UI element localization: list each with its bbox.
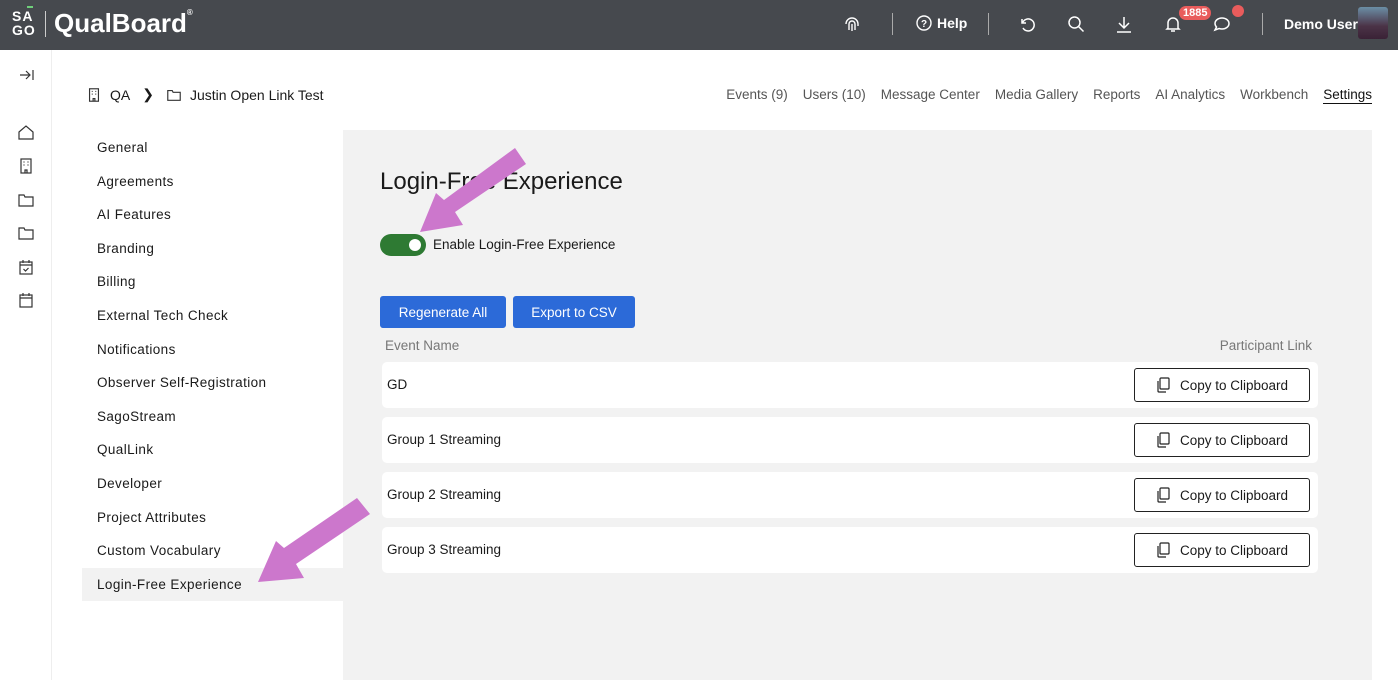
settings-nav-item[interactable]: QualLink (82, 433, 343, 467)
app-name[interactable]: QualBoard® (54, 8, 193, 39)
copy-to-clipboard-button[interactable]: Copy to Clipboard (1134, 368, 1310, 402)
logo-divider (45, 11, 46, 37)
copy-to-clipboard-button[interactable]: Copy to Clipboard (1134, 478, 1310, 512)
building-icon[interactable] (17, 157, 35, 175)
help-label: Help (937, 15, 968, 31)
table-row: Group 1 Streaming Copy to Clipboard (382, 417, 1318, 463)
settings-nav-item-active[interactable]: Login-Free Experience (82, 567, 343, 602)
divider (1262, 13, 1263, 35)
search-icon[interactable] (1066, 14, 1086, 34)
copy-icon (1157, 377, 1170, 393)
table-row: Group 3 Streaming Copy to Clipboard (382, 527, 1318, 573)
copy-icon (1157, 487, 1170, 503)
tab-workbench[interactable]: Workbench (1240, 87, 1308, 104)
breadcrumb: QA ❯ Justin Open Link Test (86, 86, 324, 103)
divider (988, 13, 989, 35)
tab-message-center[interactable]: Message Center (881, 87, 980, 104)
home-icon[interactable] (17, 123, 35, 141)
copy-label: Copy to Clipboard (1179, 377, 1289, 393)
copy-label: Copy to Clipboard (1179, 432, 1289, 448)
column-header-event-name: Event Name (385, 338, 460, 353)
settings-nav-item[interactable]: Branding (82, 232, 343, 266)
user-name[interactable]: Demo User (1284, 16, 1358, 32)
tab-settings[interactable]: Settings (1323, 87, 1372, 104)
download-icon[interactable] (1114, 14, 1134, 34)
settings-nav: General Agreements AI Features Branding … (82, 131, 343, 602)
chevron-right-icon: ❯ (142, 86, 154, 102)
tab-media-gallery[interactable]: Media Gallery (995, 87, 1078, 104)
regenerate-all-button[interactable]: Regenerate All (380, 296, 506, 328)
top-bar: SA GO QualBoard® ? Help 1885 Demo User (0, 0, 1398, 50)
undo-icon[interactable] (1017, 14, 1037, 34)
copy-label: Copy to Clipboard (1179, 542, 1289, 558)
settings-nav-item[interactable]: External Tech Check (82, 299, 343, 333)
event-name: Group 2 Streaming (387, 487, 502, 502)
copy-to-clipboard-button[interactable]: Copy to Clipboard (1134, 423, 1310, 457)
event-name: Group 3 Streaming (387, 542, 502, 557)
tab-events[interactable]: Events (9) (726, 87, 788, 104)
settings-nav-item[interactable]: General (82, 131, 343, 165)
column-header-participant-link: Participant Link (1219, 338, 1312, 353)
expand-sidebar-icon[interactable] (17, 66, 35, 84)
settings-nav-item[interactable]: Developer (82, 467, 343, 501)
calendar-check-icon[interactable] (17, 258, 35, 276)
copy-icon (1157, 432, 1170, 448)
event-name: Group 1 Streaming (387, 432, 502, 447)
page-title: Login-Free Experience (380, 168, 623, 195)
toggle-label: Enable Login-Free Experience (433, 237, 616, 252)
settings-nav-item[interactable]: Agreements (82, 165, 343, 199)
chat-unread-dot (1232, 5, 1244, 17)
calendar-icon[interactable] (17, 291, 35, 309)
divider (892, 13, 893, 35)
folder-icon[interactable] (17, 224, 35, 242)
export-csv-button[interactable]: Export to CSV (513, 296, 635, 328)
chat-icon[interactable] (1212, 14, 1232, 34)
table-row: GD Copy to Clipboard (382, 362, 1318, 408)
settings-nav-item[interactable]: AI Features (82, 198, 343, 232)
avatar[interactable] (1358, 7, 1388, 39)
settings-nav-item[interactable]: SagoStream (82, 400, 343, 434)
copy-label: Copy to Clipboard (1179, 487, 1289, 503)
tab-ai-analytics[interactable]: AI Analytics (1155, 87, 1225, 104)
breadcrumb-project[interactable]: Justin Open Link Test (190, 87, 324, 103)
app-name-text: QualBoard (54, 8, 187, 38)
copy-icon (1157, 542, 1170, 558)
help-button[interactable]: ? Help (916, 15, 967, 31)
tab-reports[interactable]: Reports (1093, 87, 1140, 104)
breadcrumb-org[interactable]: QA (110, 87, 130, 103)
copy-to-clipboard-button[interactable]: Copy to Clipboard (1134, 533, 1310, 567)
settings-nav-item[interactable]: Notifications (82, 333, 343, 367)
folder-icon (167, 89, 181, 101)
notification-badge: 1885 (1179, 6, 1212, 20)
settings-nav-item[interactable]: Project Attributes (82, 501, 343, 535)
fingerprint-icon[interactable] (842, 14, 862, 34)
sago-logo[interactable]: SA GO (12, 6, 36, 37)
settings-nav-item[interactable]: Observer Self-Registration (82, 366, 343, 400)
svg-text:?: ? (921, 19, 927, 30)
building-icon (88, 87, 100, 102)
table-row: Group 2 Streaming Copy to Clipboard (382, 472, 1318, 518)
login-free-toggle[interactable] (380, 234, 426, 256)
settings-nav-item[interactable]: Billing (82, 265, 343, 299)
settings-nav-item[interactable]: Custom Vocabulary (82, 534, 343, 568)
left-rail (0, 50, 52, 680)
event-name: GD (387, 377, 408, 392)
help-icon: ? (916, 15, 932, 31)
folder-icon[interactable] (17, 191, 35, 209)
project-tabs: Events (9) Users (10) Message Center Med… (726, 87, 1372, 104)
tab-users[interactable]: Users (10) (803, 87, 866, 104)
